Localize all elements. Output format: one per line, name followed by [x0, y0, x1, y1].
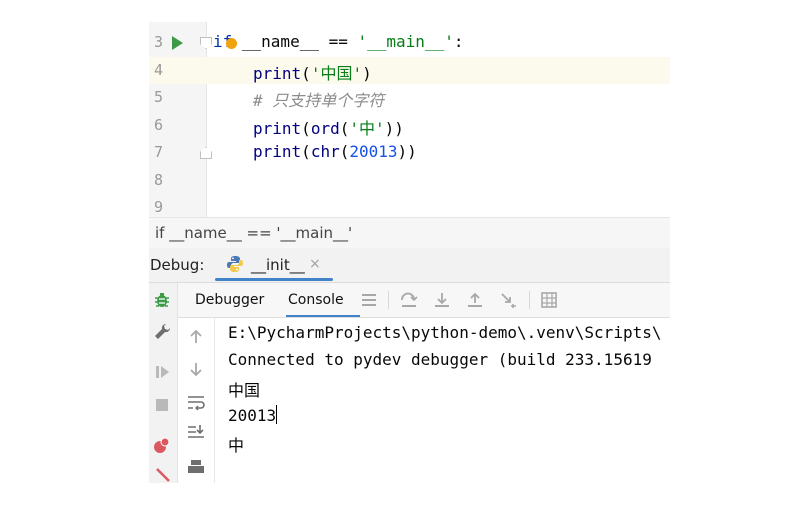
active-subtab-indicator [286, 315, 360, 317]
mute-breakpoints-icon[interactable] [151, 463, 173, 485]
menu-lines-icon[interactable] [360, 291, 378, 309]
code-token: __name__ == [232, 32, 358, 51]
line-number: 6 [153, 116, 163, 134]
line-number: 4 [153, 61, 163, 79]
tab-debugger[interactable]: Debugger [195, 292, 264, 308]
code-token: ord [310, 119, 340, 138]
code-token: print [253, 119, 302, 138]
scroll-to-end-icon[interactable] [186, 423, 206, 443]
code-text: if __name__ == '__main__': [213, 32, 463, 51]
breadcrumb[interactable]: if __name__ == '__main__' [149, 217, 670, 249]
step-over-icon[interactable] [400, 291, 418, 309]
stop-icon[interactable] [151, 394, 173, 416]
code-line[interactable]: 5 # 只支持单个字符 [149, 84, 670, 111]
console-line-with-caret: 20013 [228, 405, 278, 425]
code-text: print(chr(20013)) [253, 142, 417, 161]
code-line[interactable]: 8 [149, 167, 670, 194]
toolbar-divider [529, 291, 530, 309]
console-line: 中 [228, 436, 245, 455]
active-tab-indicator [215, 278, 333, 281]
arrow-up-icon[interactable] [186, 327, 206, 347]
code-text: # 只支持单个字符 [253, 87, 384, 111]
breadcrumb-item[interactable]: if __name__ == '__main__' [155, 224, 352, 242]
arrow-down-icon[interactable] [186, 359, 206, 379]
code-token: ( [301, 142, 311, 161]
console-toolbar [178, 318, 215, 483]
soft-wrap-icon[interactable] [186, 393, 206, 413]
code-line-current[interactable]: 4 print('中国') [149, 57, 670, 84]
text-caret [276, 405, 278, 424]
code-token: ( [339, 119, 350, 138]
line-number: 5 [153, 88, 163, 106]
tab-console[interactable]: Console [288, 292, 344, 308]
code-line[interactable]: 9 [149, 194, 670, 217]
debug-left-toolbar [149, 283, 178, 483]
fold-icon[interactable] [200, 37, 212, 49]
console-line: E:\PycharmProjects\python-demo\.venv\Scr… [228, 323, 662, 342]
code-token: )) [384, 119, 404, 138]
code-editor[interactable]: 3 if __name__ == '__main__': 4 print('中国… [149, 22, 670, 217]
code-token: ) [362, 64, 372, 83]
intention-bulb-icon[interactable] [226, 38, 237, 49]
print-icon[interactable] [186, 458, 206, 478]
code-token: : [453, 32, 464, 51]
code-token: ( [301, 64, 311, 83]
debug-subtabs: Debugger Console [178, 283, 670, 318]
debug-session-tab[interactable]: __init__ × [215, 248, 333, 282]
console-line: 中国 [228, 381, 261, 400]
line-number: 9 [153, 198, 163, 216]
debug-title: Debug: [150, 256, 205, 274]
view-breakpoints-icon[interactable] [151, 434, 173, 456]
console-line-text: 20013 [228, 406, 277, 425]
step-out-icon[interactable] [466, 291, 484, 309]
code-token: ( [301, 119, 311, 138]
resume-icon[interactable] [151, 361, 173, 383]
line-number: 3 [153, 33, 163, 51]
code-token: chr [310, 142, 340, 161]
line-number: 7 [153, 143, 163, 161]
code-line[interactable]: 3 if __name__ == '__main__': [149, 29, 670, 56]
close-icon[interactable]: × [309, 256, 321, 272]
code-token: 20013 [349, 142, 398, 161]
wrench-icon[interactable] [151, 321, 173, 343]
debug-tool-window-header: Debug: __init__ × [149, 248, 670, 283]
code-line[interactable]: 7 print(chr(20013)) [149, 139, 670, 166]
code-token: '__main__' [357, 32, 454, 51]
console-output[interactable]: E:\PycharmProjects\python-demo\.venv\Scr… [215, 318, 670, 483]
debug-session-label: __init__ [251, 256, 305, 274]
run-icon[interactable] [172, 36, 183, 50]
fold-end-icon[interactable] [200, 147, 212, 159]
code-token: '中' [349, 119, 385, 138]
code-token: # 只支持单个字符 [253, 91, 385, 110]
code-text: print(ord('中')) [253, 115, 404, 139]
console-line: Connected to pydev debugger (build 233.1… [228, 350, 652, 369]
python-icon [227, 256, 243, 272]
code-token: print [253, 142, 302, 161]
toolbar-divider [388, 291, 389, 309]
code-token: ( [339, 142, 350, 161]
step-into-icon[interactable] [433, 291, 451, 309]
code-token: '中国' [310, 64, 363, 83]
line-number: 8 [153, 171, 163, 189]
code-line[interactable]: 6 print(ord('中')) [149, 112, 670, 139]
code-token: print [253, 64, 302, 83]
evaluate-expression-icon[interactable] [540, 291, 558, 309]
code-token: )) [397, 142, 417, 161]
code-text: print('中国') [253, 60, 372, 84]
rerun-debug-icon[interactable] [151, 289, 173, 311]
run-to-cursor-icon[interactable] [499, 291, 517, 309]
